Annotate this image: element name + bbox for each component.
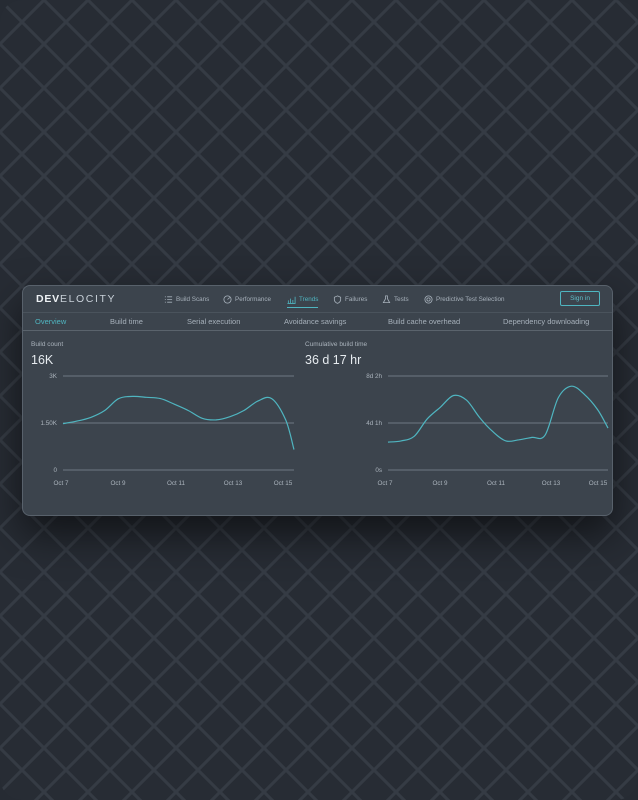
target-icon <box>424 294 433 304</box>
tab-avoidance-savings[interactable]: Avoidance savings <box>284 317 346 326</box>
nav-label: Build Scans <box>176 295 210 303</box>
top-nav-bar: DEVELOCITY Build Scans Performance Trend… <box>23 286 612 312</box>
series-line <box>387 385 609 443</box>
tab-build-cache-overhead[interactable]: Build cache overhead <box>388 317 460 326</box>
nav-predictive-test-selection[interactable]: Predictive Test Selection <box>424 293 505 305</box>
x-tick-label: Oct 15 <box>274 480 293 487</box>
build-count-value: 16K <box>31 353 54 367</box>
nav-label: Predictive Test Selection <box>436 295 505 303</box>
cumulative-build-time-chart: 8d 2h 4d 1h 0s Oct 7 Oct 9 Oct 11 Oct 13 Oct 15 <box>366 373 609 487</box>
x-tick-label: Oct 7 <box>377 480 393 487</box>
nav-label: Performance <box>235 295 272 303</box>
cumulative-build-time-label: Cumulative build time <box>305 341 368 348</box>
nav-failures[interactable]: Failures <box>333 293 367 305</box>
nav-label: Failures <box>345 295 368 303</box>
x-tick-label: Oct 9 <box>110 480 126 487</box>
x-tick-label: Oct 11 <box>167 480 186 487</box>
y-tick-label: 0s <box>375 467 382 474</box>
sign-in-button[interactable]: Sign in <box>560 291 600 306</box>
x-tick-label: Oct 13 <box>542 480 561 487</box>
flask-icon <box>382 294 391 303</box>
tab-overview[interactable]: Overview <box>35 317 66 326</box>
build-count-chart: 3K 1.50K 0 Oct 7 Oct 9 Oct 11 Oct 13 Oct 15 <box>41 373 295 487</box>
y-tick-label: 0 <box>53 467 57 474</box>
nav-tests[interactable]: Tests <box>382 293 409 305</box>
tab-serial-execution[interactable]: Serial execution <box>187 317 240 326</box>
nav-trends[interactable]: Trends <box>287 293 319 308</box>
y-tick-label: 4d 1h <box>366 420 382 427</box>
tab-build-time[interactable]: Build time <box>110 317 143 326</box>
develocity-logo[interactable]: DEVELOCITY <box>36 293 116 305</box>
x-tick-label: Oct 15 <box>589 480 608 487</box>
y-tick-label: 3K <box>49 373 58 380</box>
build-count-label: Build count <box>31 341 64 348</box>
nav-performance[interactable]: Performance <box>223 293 271 305</box>
y-tick-label: 1.50K <box>41 420 58 427</box>
nav-build-scans[interactable]: Build Scans <box>164 293 209 305</box>
nav-label: Trends <box>299 295 319 303</box>
nav-label: Tests <box>394 295 409 303</box>
y-tick-label: 8d 2h <box>366 373 382 380</box>
tab-dependency-downloading[interactable]: Dependency downloading <box>503 317 589 326</box>
divider <box>23 330 612 331</box>
x-tick-label: Oct 9 <box>432 480 448 487</box>
x-tick-label: Oct 11 <box>487 480 506 487</box>
cumulative-build-time-value: 36 d 17 hr <box>305 353 362 367</box>
x-tick-label: Oct 13 <box>224 480 243 487</box>
gauge-icon <box>223 294 232 304</box>
list-icon <box>164 295 173 303</box>
shield-icon <box>333 294 342 304</box>
develocity-window: DEVELOCITY Build Scans Performance Trend… <box>22 285 613 516</box>
trend-tabs: Overview Build time Serial execution Avo… <box>23 313 612 330</box>
bar-chart-icon <box>287 296 296 304</box>
x-tick-label: Oct 7 <box>53 480 69 487</box>
